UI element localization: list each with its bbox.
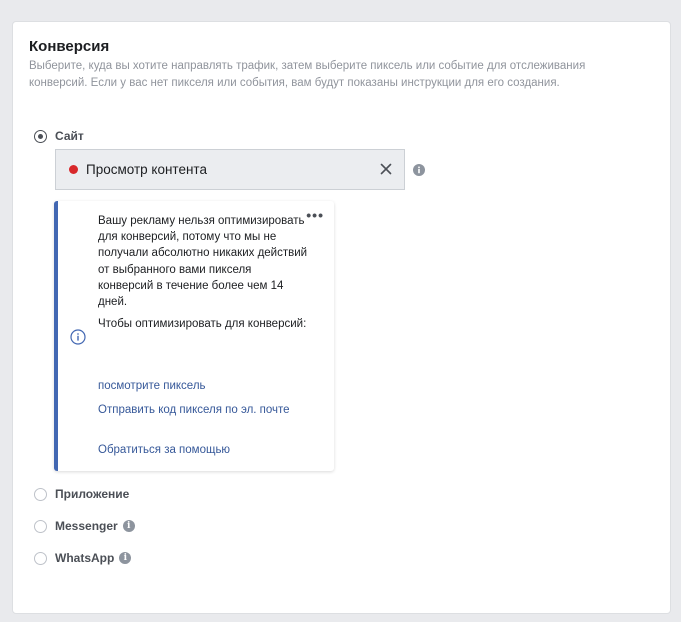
whatsapp-label: WhatsApp [55, 551, 115, 565]
warning-notice: ••• Вашу рекламу нельзя оптимизировать д… [54, 201, 334, 471]
app-label: Приложение [55, 487, 130, 501]
conversion-card: Конверсия Выберите, куда вы хотите напра… [12, 21, 671, 614]
section-description: Выберите, куда вы хотите направлять траф… [29, 60, 586, 89]
event-select-value: Просмотр контента [86, 162, 207, 177]
app-radio[interactable] [34, 487, 47, 501]
option-messenger[interactable]: Messenger i [34, 518, 135, 534]
get-help-link[interactable]: Обратиться за помощью [98, 442, 308, 458]
view-pixel-link[interactable]: посмотрите пиксель [98, 378, 308, 394]
email-code-link[interactable]: Отправить код пикселя по эл. почте [98, 402, 308, 418]
whatsapp-radio[interactable] [34, 551, 47, 565]
close-icon[interactable] [378, 161, 394, 177]
info-icon[interactable]: i [122, 520, 135, 532]
site-radio[interactable] [34, 129, 47, 143]
status-dot [69, 165, 78, 174]
notice-prompt: Чтобы оптимизировать для конверсий: [98, 318, 307, 331]
info-icon[interactable] [413, 164, 425, 176]
messenger-label: Messenger [55, 519, 118, 533]
info-icon[interactable]: i [119, 552, 132, 564]
section-title: Конверсия [29, 38, 110, 55]
more-icon[interactable]: ••• [306, 208, 324, 222]
notice-body: Вашу рекламу нельзя оптимизировать для к… [98, 213, 308, 338]
messenger-radio[interactable] [34, 519, 47, 533]
option-whatsapp[interactable]: WhatsApp i [34, 550, 132, 566]
info-icon [70, 329, 86, 345]
site-label: Сайт [55, 129, 84, 143]
option-site[interactable]: Сайт [34, 128, 84, 144]
event-select[interactable]: Просмотр контента [55, 149, 405, 190]
notice-message: Вашу рекламу нельзя оптимизировать для к… [98, 215, 308, 309]
option-app[interactable]: Приложение [34, 486, 129, 502]
